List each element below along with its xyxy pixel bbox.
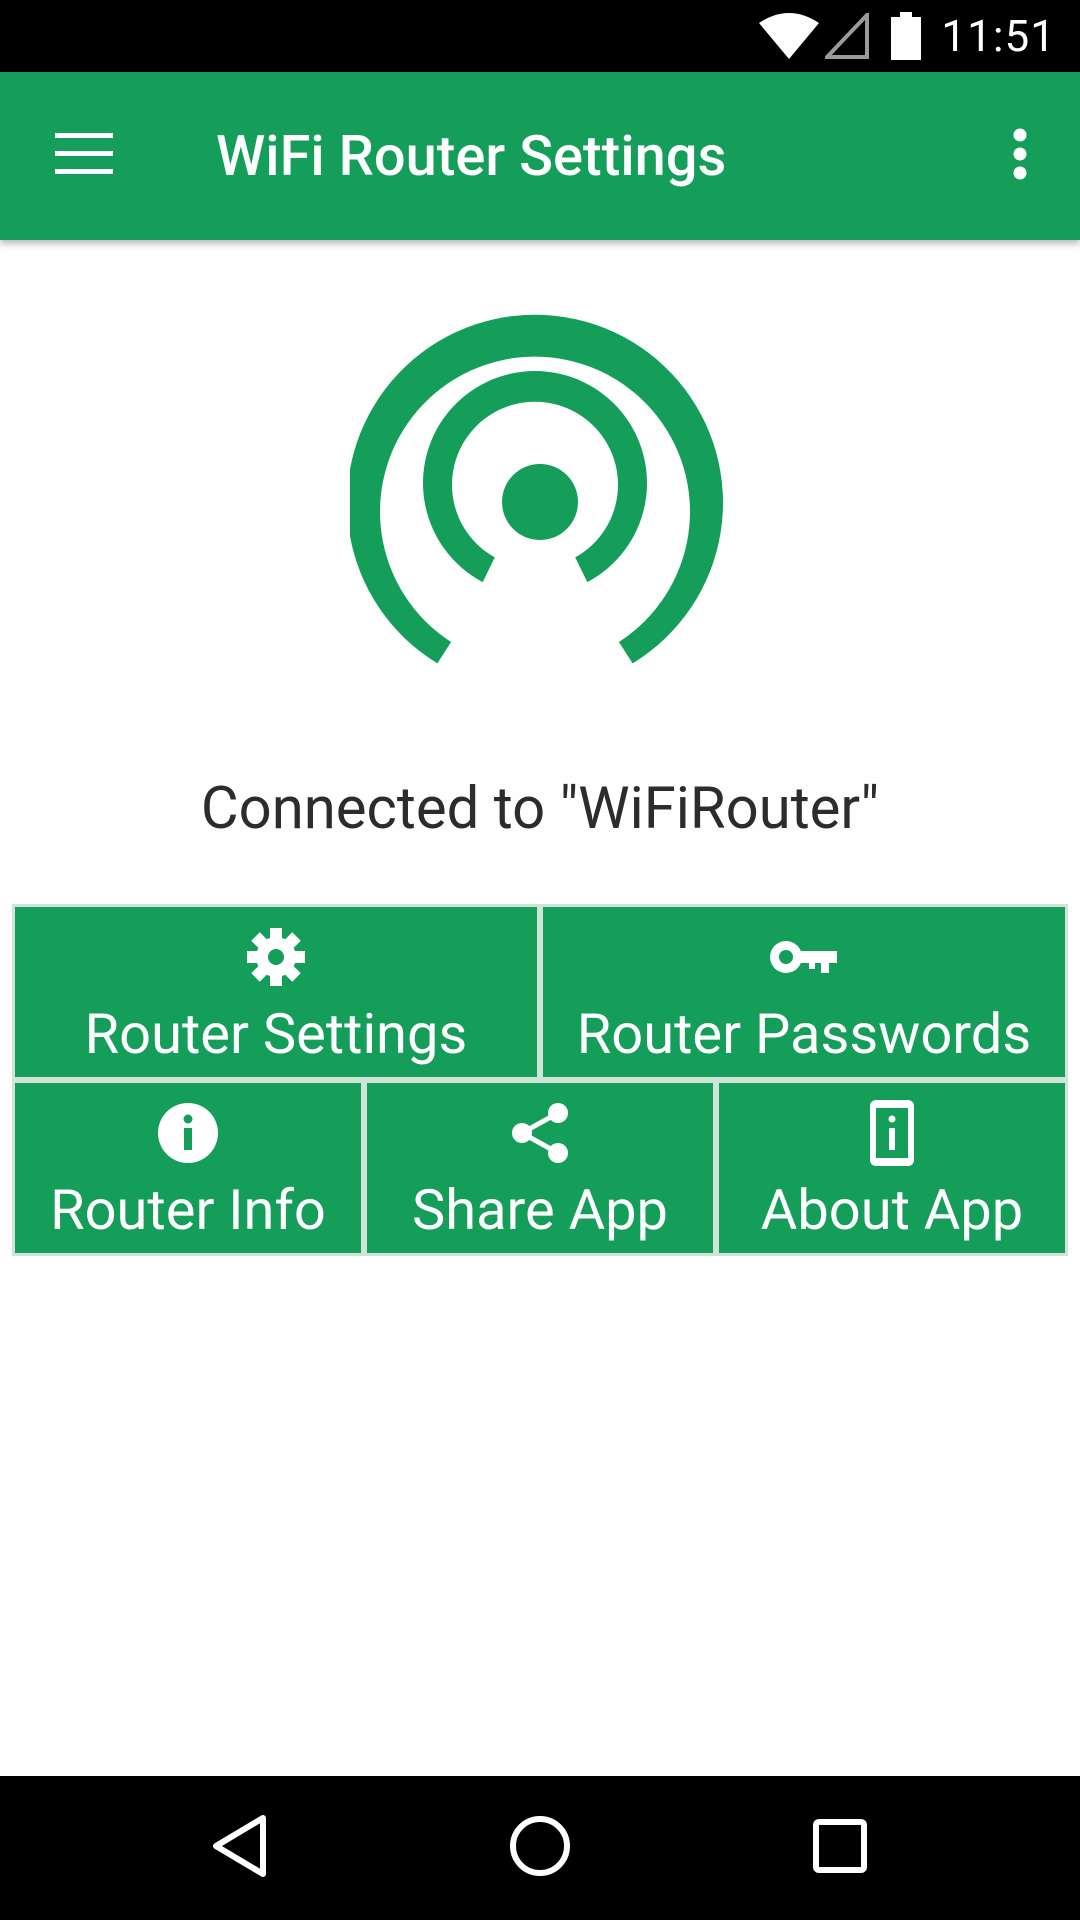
router-info-tile[interactable]: Router Info <box>12 1080 364 1256</box>
home-icon <box>508 1814 572 1882</box>
share-app-tile[interactable]: Share App <box>364 1080 716 1256</box>
connection-status-text: Connected to "WiFiRouter" <box>200 775 880 843</box>
status-time: 11:51 <box>941 10 1056 62</box>
recents-button[interactable] <box>768 1776 912 1920</box>
key-icon <box>769 921 839 993</box>
hamburger-menu-icon <box>55 133 113 179</box>
status-bar: 11:51 <box>0 0 1080 72</box>
status-icons: 11:51 <box>759 0 1056 72</box>
navigation-bar <box>0 1776 1080 1920</box>
router-settings-label: Router Settings <box>84 1001 468 1067</box>
overflow-menu-button[interactable] <box>980 116 1060 196</box>
menu-button[interactable] <box>40 116 128 196</box>
app-title: WiFi Router Settings <box>216 123 727 189</box>
about-app-label: About App <box>760 1177 1024 1243</box>
phone-info-icon <box>870 1097 914 1169</box>
recents-icon <box>812 1818 868 1878</box>
router-settings-tile[interactable]: Router Settings <box>12 904 540 1080</box>
wireless-signal-icon <box>346 312 730 672</box>
app-bar: WiFi Router Settings <box>0 72 1080 240</box>
cell-signal-icon <box>825 13 870 59</box>
info-icon <box>157 1097 219 1169</box>
home-button[interactable] <box>468 1776 612 1920</box>
gear-icon <box>245 921 307 993</box>
more-vertical-icon <box>1012 128 1028 184</box>
back-icon <box>210 1813 270 1883</box>
wifi-icon <box>759 13 820 59</box>
about-app-tile[interactable]: About App <box>716 1080 1068 1256</box>
back-button[interactable] <box>168 1776 312 1920</box>
battery-icon <box>891 12 922 60</box>
share-app-label: Share App <box>411 1177 669 1243</box>
router-passwords-tile[interactable]: Router Passwords <box>540 904 1068 1080</box>
router-passwords-label: Router Passwords <box>576 1001 1032 1067</box>
share-icon <box>510 1097 570 1169</box>
router-info-label: Router Info <box>50 1177 326 1243</box>
